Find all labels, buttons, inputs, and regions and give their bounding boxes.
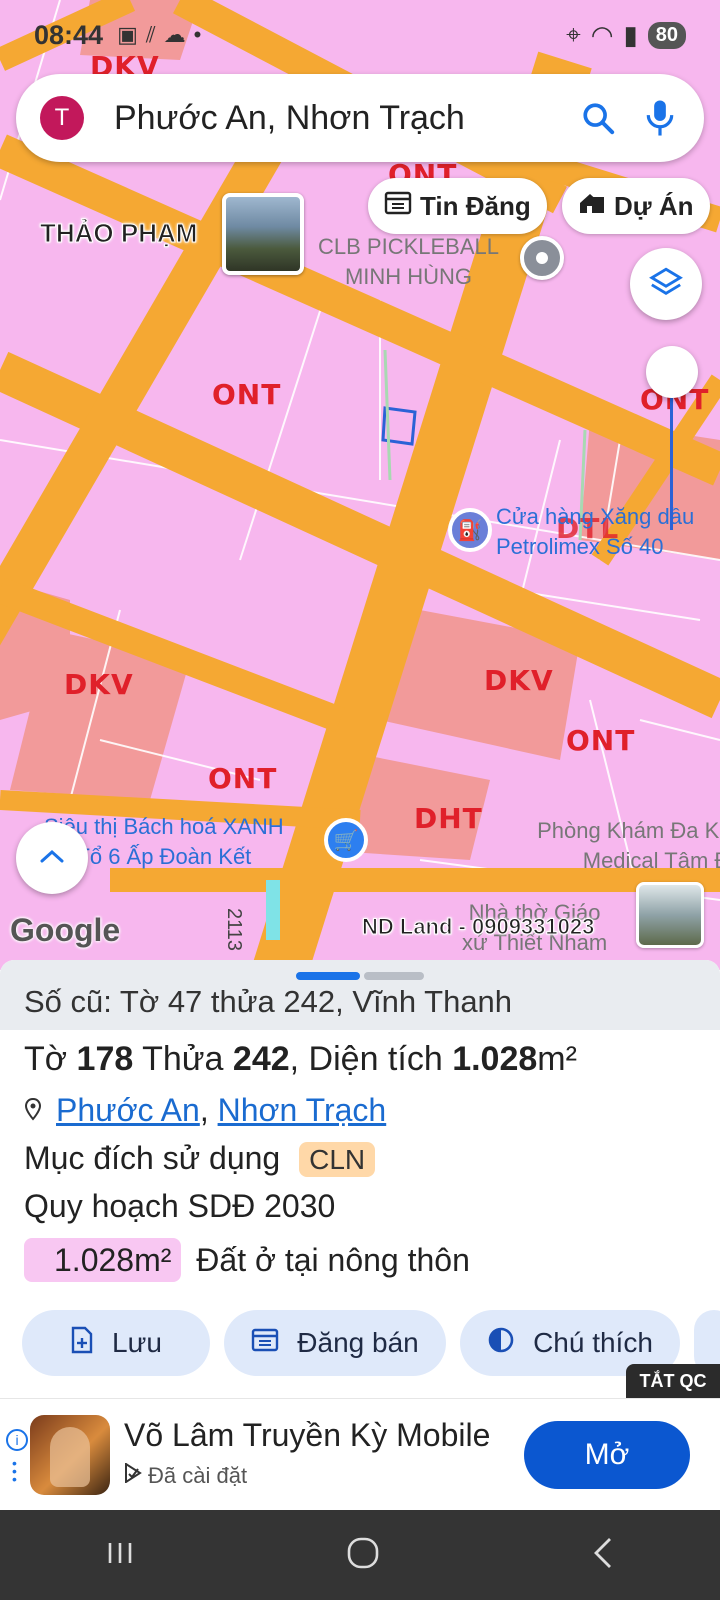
microphone-icon[interactable] <box>640 98 680 138</box>
ad-open-button[interactable]: Mở <box>524 1421 690 1489</box>
sheet-label: Tờ <box>24 1040 68 1078</box>
ad-subtitle-row: Đã cài đặt <box>124 1462 248 1489</box>
map-view[interactable]: DKV ONT ONT ONT DTL DKV DKV ONT ONT DHT … <box>0 0 720 970</box>
road-number-label: 2113 <box>223 907 246 952</box>
planning-type: Đất ở tại nông thôn <box>196 1242 470 1278</box>
post-button-label: Đăng bán <box>297 1327 419 1358</box>
battery-indicator: 80 <box>647 21 686 49</box>
app-icon[interactable] <box>30 1415 110 1495</box>
wifi-icon: ◠ <box>590 19 614 50</box>
plot-number: 242 <box>232 1040 290 1078</box>
poi-line: CLB PICKLEBALL <box>318 234 499 259</box>
poi-line: Medical Tâm Đức <box>582 848 720 873</box>
google-logo: Google <box>10 912 121 948</box>
poi-clinic-label[interactable]: Phòng Khám Đa Khoa Medical Tâm Đức <box>496 816 720 876</box>
district-link[interactable]: Nhơn Trạch <box>218 1092 387 1128</box>
listings-chip[interactable]: Tin Đăng <box>368 178 547 234</box>
zone-label: ONT <box>208 762 278 795</box>
area-label: , Diện tích <box>289 1040 443 1078</box>
notification-icons: ▣ ⫽ ☁ • <box>117 22 201 48</box>
zone-label: ONT <box>566 724 636 757</box>
planning-label: Quy hoạch SDĐ 2030 <box>24 1188 336 1224</box>
listings-chip-label: Tin Đăng <box>420 190 531 221</box>
listing-icon <box>251 1327 279 1359</box>
ad-title[interactable]: Võ Lâm Truyền Kỳ Mobile <box>124 1417 490 1454</box>
projects-chip[interactable]: Dự Án <box>562 178 710 234</box>
add-file-icon <box>70 1326 94 1361</box>
poi-line: Petrolimex Số 40 <box>496 534 664 559</box>
search-bar[interactable]: T Phước An, Nhơn Trạch <box>16 74 704 162</box>
system-icons: ⌖ ◠ ▮ 80 <box>566 19 686 51</box>
gas-station-icon[interactable]: ⛽ <box>448 508 492 552</box>
building-icon <box>578 191 606 222</box>
play-store-icon <box>124 1462 142 1489</box>
save-button[interactable]: Lưu <box>22 1310 210 1376</box>
land-use-label: Mục đích sử dụng <box>24 1140 281 1176</box>
sheet-handle-active[interactable] <box>296 972 360 980</box>
poi-line: Phòng Khám Đa Khoa <box>537 818 720 843</box>
listing-icon <box>384 191 412 222</box>
home-icon[interactable] <box>346 1536 380 1575</box>
signal-slash-icon: ⫽ <box>145 22 156 47</box>
location-line: Phước An, Nhơn Trạch <box>24 1092 386 1129</box>
post-for-sale-button[interactable]: Đăng bán <box>224 1310 446 1376</box>
shopping-cart-icon[interactable]: 🛒 <box>324 818 368 862</box>
location-icon: ⌖ <box>566 19 581 49</box>
parcel-summary: Tờ 178 Thửa 242, Diện tích 1.028m² <box>24 1040 577 1079</box>
ad-dots-icon: • • • <box>12 1455 17 1487</box>
layers-icon <box>649 265 683 304</box>
save-button-label: Lưu <box>112 1327 162 1358</box>
ad-banner[interactable]: i • • • Võ Lâm Truyền Kỳ Mobile Đã cài đặt… <box>0 1398 720 1510</box>
zone-label: DKV <box>484 664 554 697</box>
legend-button-label: Chú thích <box>533 1327 653 1358</box>
dot-icon: • <box>193 22 202 47</box>
old-parcel-info: Số cũ: Tờ 47 thửa 242, Vĩnh Thanh <box>0 960 720 1030</box>
street-view-thumbnail[interactable] <box>636 882 704 948</box>
land-use-line: Mục đích sử dụng CLN <box>24 1140 376 1177</box>
status-bar: 08:44 ▣ ⫽ ☁ • ⌖ ◠ ▮ 80 <box>0 0 720 70</box>
sheet-number: 178 <box>76 1040 134 1078</box>
area-value: 1.028 <box>452 1040 538 1078</box>
back-icon[interactable] <box>591 1536 615 1575</box>
zone-label: DHT <box>414 802 483 835</box>
clock: 08:44 <box>34 19 104 50</box>
ad-subtitle: Đã cài đặt <box>148 1463 248 1488</box>
system-nav-bar <box>0 1510 720 1600</box>
user-location-label: THẢO PHẠM <box>39 218 198 249</box>
projects-chip-label: Dự Án <box>614 190 694 221</box>
recent-apps-icon[interactable] <box>105 1539 135 1572</box>
search-icon[interactable] <box>578 98 618 138</box>
opacity-slider-handle[interactable] <box>646 346 698 398</box>
screenshot-icon: ▣ <box>117 22 138 47</box>
cell-signal-icon: ▮ <box>623 19 638 50</box>
cloud-icon: ☁ <box>163 22 186 47</box>
poi-line: MINH HÙNG <box>344 264 473 289</box>
plot-label: Thửa <box>142 1040 224 1078</box>
poi-gas-station-label[interactable]: Cửa hàng Xăng dầu Petrolimex Số 40 <box>496 502 694 562</box>
zone-label: ONT <box>212 378 282 411</box>
expand-sheet-button[interactable] <box>16 822 88 894</box>
search-input[interactable]: Phước An, Nhơn Trạch <box>114 99 556 138</box>
avatar[interactable]: T <box>40 96 84 140</box>
location-pin-icon <box>24 1092 42 1129</box>
user-photo-marker[interactable] <box>222 193 304 275</box>
ad-dismiss-button[interactable]: TẮT QC <box>626 1364 720 1398</box>
watermark-label: ND Land - 0909331023 <box>361 914 595 940</box>
sheet-handle-inactive[interactable] <box>364 972 424 980</box>
ad-info-icon[interactable]: i <box>6 1429 28 1451</box>
planning-area-badge: 1.028m² <box>24 1238 182 1282</box>
area-unit: m² <box>537 1040 577 1078</box>
ward-link[interactable]: Phước An <box>56 1092 200 1128</box>
chevron-up-icon <box>39 848 65 869</box>
zone-label: DKV <box>64 668 134 701</box>
planning-detail: 1.028m² Đất ở tại nông thôn <box>24 1238 470 1282</box>
layers-button[interactable] <box>630 248 702 320</box>
poi-line: Cửa hàng Xăng dầu <box>496 504 695 529</box>
poi-pickleball-label[interactable]: CLB PICKLEBALL MINH HÙNG <box>318 232 499 292</box>
land-use-badge: CLN <box>299 1142 376 1177</box>
pin-icon[interactable] <box>520 236 564 280</box>
contrast-icon <box>487 1326 515 1361</box>
